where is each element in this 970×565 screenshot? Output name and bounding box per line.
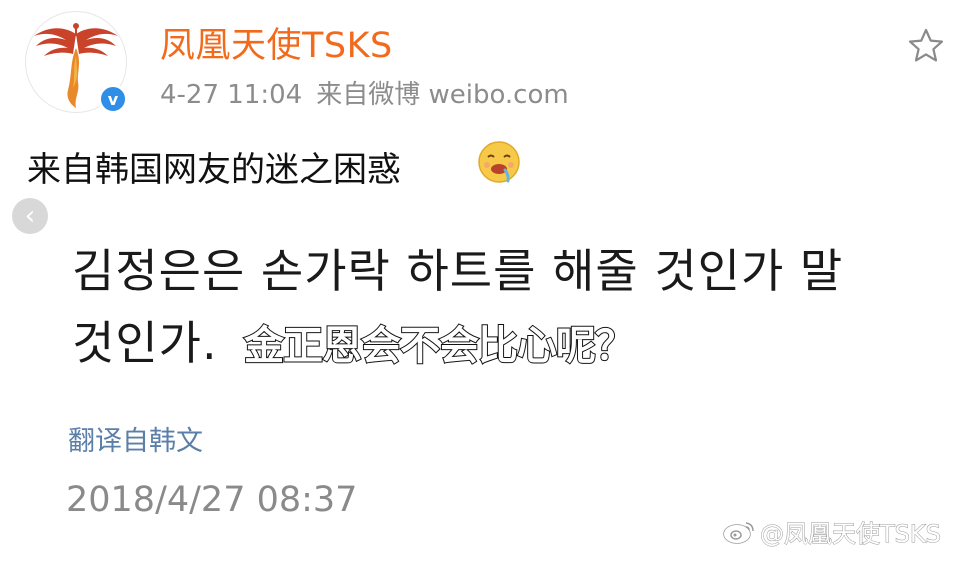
korean-text-line2: 것인가. [72,316,218,370]
post-time: 4-27 11:04 [160,80,303,110]
star-icon[interactable] [906,26,946,66]
verified-badge: v [98,84,128,114]
back-button[interactable]: ‹ [12,198,48,234]
post-meta: 4-27 11:04 来自微博 weibo.com [160,74,569,111]
korean-text-line1: 김정은은 손가락 하트를 해줄 것인가 말 [72,244,844,298]
drooling-face-emoji [478,141,520,183]
chevron-left-icon: ‹ [24,201,36,231]
weibo-logo-icon [723,521,754,544]
post-text: 来自韩国网友的迷之困惑 [27,150,401,190]
watermark: @凤凰天使TSKS [722,514,941,549]
watermark-text: @凤凰天使TSKS [760,520,942,549]
translate-link[interactable]: 翻译自韩文 [68,419,203,458]
post-source: 来自微博 weibo.com [316,80,569,110]
chinese-caption: 金正恩会不会比心呢？ [243,322,636,370]
username[interactable]: 凤凰天使TSKS [160,17,393,68]
embedded-timestamp: 2018/4/27 08:37 [66,480,358,520]
avatar[interactable]: v [25,11,128,114]
